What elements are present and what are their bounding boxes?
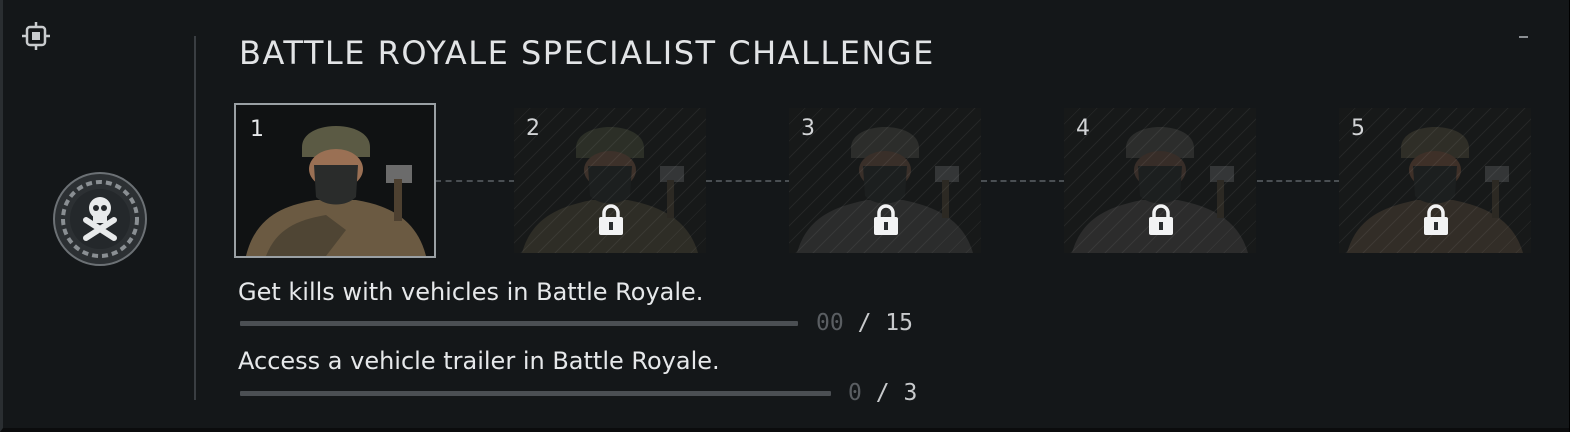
tier-number: 5 [1351, 116, 1365, 141]
tier-connector [435, 180, 515, 182]
task-progress-separator: / [857, 310, 872, 336]
tier-number: 4 [1076, 116, 1090, 141]
pin-target-icon[interactable] [22, 22, 50, 50]
tier-card-2[interactable]: 2 [514, 108, 706, 253]
lock-icon [1424, 204, 1448, 235]
lock-icon [1149, 204, 1173, 235]
task-progress-current: 0 [848, 380, 862, 406]
tier-card-4[interactable]: 4 [1064, 108, 1256, 253]
tier-connector [1257, 180, 1340, 182]
lock-icon [874, 204, 898, 235]
task-progress-current: 00 [816, 310, 844, 336]
minimize-icon[interactable] [1517, 28, 1531, 38]
tier-number: 2 [526, 116, 540, 141]
soldier-portrait [236, 105, 434, 256]
task-progress-count: 00 / 15 [816, 310, 913, 336]
tier-connector [706, 180, 791, 182]
task-progress-count: 0 / 3 [848, 380, 917, 406]
lock-icon [599, 204, 623, 235]
task-progress-separator: / [875, 380, 890, 406]
tier-number: 3 [801, 116, 815, 141]
challenge-panel: BATTLE ROYALE SPECIALIST CHALLENGE 1 2 3… [0, 0, 1569, 432]
tier-connector [981, 180, 1065, 182]
task-progress-target: 15 [885, 310, 913, 336]
task-description: Get kills with vehicles in Battle Royale… [238, 278, 704, 306]
tier-number: 1 [250, 117, 264, 142]
task-progress-target: 3 [903, 380, 918, 406]
task-description: Access a vehicle trailer in Battle Royal… [238, 347, 720, 375]
challenge-title: BATTLE ROYALE SPECIALIST CHALLENGE [239, 34, 935, 72]
tier-card-5[interactable]: 5 [1339, 108, 1531, 253]
tier-card-3[interactable]: 3 [789, 108, 981, 253]
task-progress-bar [240, 321, 798, 326]
task-progress-bar [240, 391, 831, 396]
skull-crossbones-laurel-icon [53, 172, 147, 266]
tier-card-1[interactable]: 1 [234, 103, 436, 258]
panel-divider [194, 36, 196, 400]
